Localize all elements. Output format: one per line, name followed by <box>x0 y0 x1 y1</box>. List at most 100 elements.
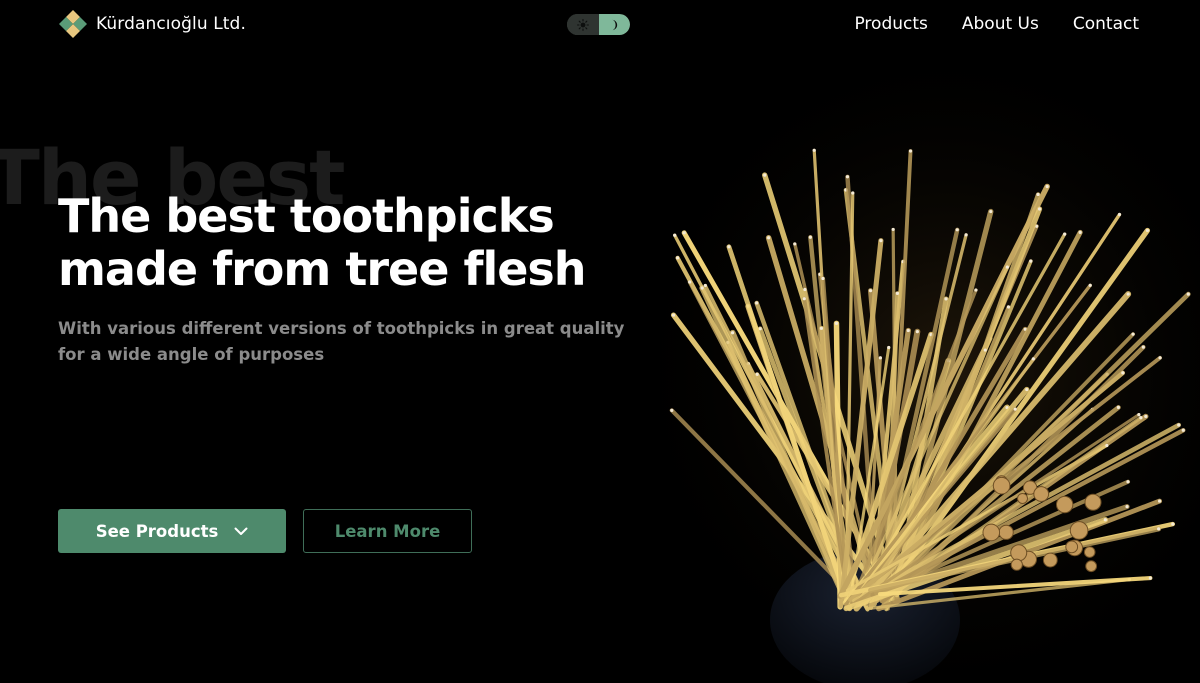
nav-item-contact[interactable]: Contact <box>1073 12 1139 36</box>
brand-name: Kürdancıoğlu Ltd. <box>96 14 246 34</box>
toothpick-tip <box>793 242 797 246</box>
hero-subtitle: With various different versions of tooth… <box>58 319 625 364</box>
hero-title-line-1: The best toothpicks <box>58 189 555 243</box>
toothpick-tip <box>1103 518 1107 522</box>
toothpick-tip <box>964 233 968 237</box>
toothpick-tip <box>989 209 993 214</box>
toothpick-tip <box>1036 192 1040 197</box>
toothpick-tip <box>891 227 895 232</box>
toothpick-tip <box>983 348 987 352</box>
brand-home-link[interactable]: Kürdancıoğlu Ltd. <box>58 7 246 41</box>
toothpick-tip <box>1029 259 1033 263</box>
hero-toothpick-image <box>600 60 1200 683</box>
moon-icon <box>612 19 618 30</box>
toothpick-tip <box>834 321 839 325</box>
toothpick-tip <box>727 245 731 249</box>
toothpick-tip <box>1078 230 1082 234</box>
toothpick-tip <box>767 236 771 240</box>
toothpick-tip <box>1141 345 1145 349</box>
toothpick-tip <box>700 286 704 290</box>
toothpick-tip <box>1137 413 1141 417</box>
toothpick-tip <box>731 331 735 335</box>
toothpick-end <box>1083 546 1096 558</box>
toothpick-end <box>1085 560 1098 573</box>
toothpick-tip <box>1157 527 1161 531</box>
theme-toggle[interactable] <box>567 14 630 35</box>
toothpick-tip <box>944 297 948 301</box>
toothpick-tip <box>1013 407 1017 411</box>
learn-more-button[interactable]: Learn More <box>303 509 472 553</box>
toothpick-end <box>982 523 1001 542</box>
toothpick-tip <box>671 313 676 317</box>
toothpick-tip <box>906 328 910 333</box>
toothpick-end <box>1042 552 1058 568</box>
toothpick-tip <box>1186 292 1190 296</box>
hero-title-line-2: made from tree flesh <box>58 242 587 296</box>
toothpick-tip <box>821 276 825 281</box>
main-nav: Products About Us Contact <box>854 12 1139 36</box>
toothpick-bundle-photo <box>600 60 1200 683</box>
toothpick-end <box>1010 544 1028 562</box>
toothpick-tip <box>1131 332 1135 336</box>
toothpick-tip <box>1158 499 1162 503</box>
toothpick-tip <box>845 175 850 179</box>
toothpick-tip <box>974 288 978 292</box>
sun-icon <box>576 18 589 31</box>
toothpick-tip <box>763 173 767 177</box>
toothpick-tip <box>1139 416 1143 420</box>
toothpick-tip <box>1125 505 1129 509</box>
see-products-button[interactable]: See Products <box>58 509 286 553</box>
toothpick-tip <box>802 297 806 301</box>
toothpick-tip <box>851 191 855 195</box>
toothpick-tip <box>755 301 759 305</box>
toothpick-tip <box>1005 265 1009 269</box>
toothpick-tip <box>955 228 959 232</box>
toothpick-end <box>1010 558 1023 571</box>
toothpick-end <box>1065 540 1079 554</box>
toothpick-tip <box>812 148 816 152</box>
toothpick-tip <box>1031 357 1035 361</box>
toothpick-tip <box>808 235 812 239</box>
toothpick-tip <box>803 287 807 292</box>
toothpick-tip <box>1177 423 1181 427</box>
toothpick-end <box>992 476 1011 495</box>
toothpick-tip <box>1121 371 1125 375</box>
toothpick-end <box>998 524 1014 540</box>
site-header: Kürdancıoğlu Ltd. Products About Us Cont… <box>0 0 1200 48</box>
toothpick-tip <box>1025 387 1029 392</box>
toothpick-tip <box>878 356 882 360</box>
toothpick-tip <box>1181 428 1185 432</box>
toothpick-tip <box>868 289 873 293</box>
toothpick-end <box>1069 521 1089 540</box>
toothpick-tip <box>879 239 883 243</box>
nav-item-products[interactable]: Products <box>854 12 927 36</box>
toothpick-tip <box>908 149 913 153</box>
toothpick-tip <box>915 330 919 334</box>
toothpick-tip <box>1144 414 1148 419</box>
toothpick-tip <box>1158 356 1162 360</box>
toothpick-end <box>1084 493 1102 511</box>
toothpick-tip <box>1126 480 1130 484</box>
chevron-down-icon <box>234 527 248 535</box>
toothpick-tip <box>1116 405 1121 410</box>
hero-title: The best toothpicks made from tree flesh <box>58 190 698 296</box>
toothpick-tip <box>1145 228 1150 233</box>
nav-item-about-us[interactable]: About Us <box>962 12 1039 36</box>
toothpick-tip <box>1126 292 1130 296</box>
toothpick-end <box>1017 492 1029 504</box>
toothpick-tip <box>1045 184 1049 189</box>
toothpick-tip <box>1117 212 1122 217</box>
toothpick-end <box>1033 486 1050 502</box>
toothpick-tip <box>1148 576 1152 580</box>
see-products-label: See Products <box>95 521 219 541</box>
toothpick-tip <box>1088 283 1092 287</box>
theme-dark-option[interactable] <box>598 14 630 35</box>
toothpick-tip <box>1006 305 1011 309</box>
toothpick-end <box>1055 495 1074 514</box>
toothpick-tip <box>895 291 899 295</box>
theme-light-option[interactable] <box>567 14 599 35</box>
toothpick-tip <box>1171 522 1175 526</box>
diamond-quad-logo-icon <box>59 10 87 38</box>
toothpick-tip <box>887 345 891 350</box>
toothpick-tip <box>1037 207 1042 211</box>
